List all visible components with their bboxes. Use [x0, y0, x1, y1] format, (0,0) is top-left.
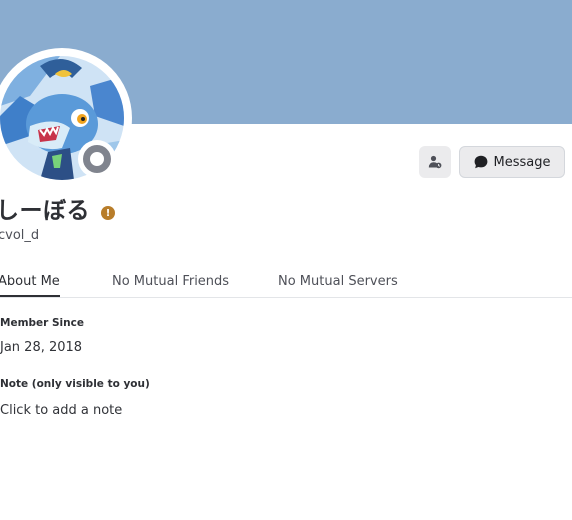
username: cvol_d	[0, 228, 40, 243]
add-friend-button[interactable]	[419, 146, 451, 178]
tab-mutual-servers[interactable]: No Mutual Servers	[278, 270, 398, 297]
tab-about-me[interactable]: About Me	[0, 270, 60, 297]
note-input[interactable]: Click to add a note	[0, 402, 122, 420]
add-friend-icon	[428, 155, 442, 169]
avatar-frame	[0, 48, 132, 188]
message-button[interactable]: Message	[459, 146, 565, 178]
message-button-label: Message	[493, 154, 551, 170]
chat-bubble-icon	[474, 155, 487, 169]
profile-tabs: About Me No Mutual Friends No Mutual Ser…	[0, 270, 572, 298]
tab-mutual-friends[interactable]: No Mutual Friends	[112, 270, 229, 297]
status-indicator	[78, 140, 116, 178]
display-name: しーぼる	[0, 198, 90, 224]
member-since-heading: Member Since	[0, 317, 84, 329]
member-since-date: Jan 28, 2018	[0, 340, 83, 355]
note-heading: Note (only visible to you)	[0, 378, 150, 390]
warning-badge-icon[interactable]: !	[101, 206, 115, 220]
offline-status-icon	[83, 145, 111, 173]
